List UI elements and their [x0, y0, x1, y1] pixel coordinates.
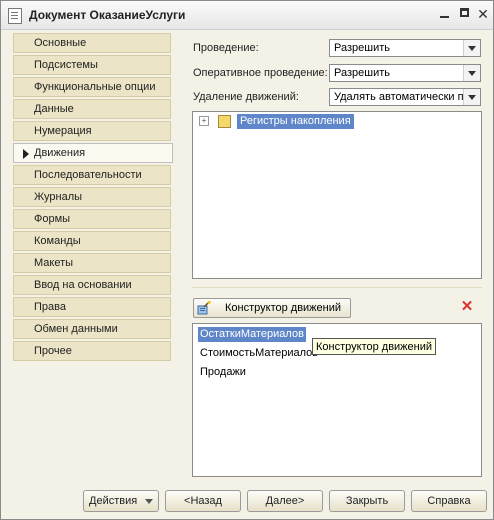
sidebar-item-data-exchange[interactable]: Обмен данными: [13, 319, 171, 339]
expand-icon[interactable]: +: [199, 116, 209, 126]
chevron-down-icon[interactable]: [463, 89, 480, 105]
sidebar-item-label: Нумерация: [34, 125, 92, 137]
sidebar-item-label: Подсистемы: [34, 59, 98, 71]
realtime-posting-label: Оперативное проведение:: [193, 67, 328, 79]
sidebar-item-label: Функциональные опции: [34, 81, 156, 93]
sidebar-item-label: Журналы: [34, 191, 83, 203]
list-item[interactable]: ОстаткиМатериалов: [198, 327, 306, 342]
sidebar-item-label: Последовательности: [34, 169, 142, 181]
sidebar-item-label: Движения: [34, 147, 86, 159]
sidebar-item-based-on[interactable]: Ввод на основании: [13, 275, 171, 295]
posting-label: Проведение:: [193, 42, 259, 54]
registers-tree[interactable]: + Регистры накопления: [192, 111, 482, 279]
sidebar-item-label: Основные: [34, 37, 87, 49]
sidebar-item-label: Формы: [34, 213, 71, 225]
sidebar-item-sequences[interactable]: Последовательности: [13, 165, 171, 185]
window-title: Документ ОказаниеУслуги: [29, 8, 186, 22]
sidebar-item-journals[interactable]: Журналы: [13, 187, 171, 207]
tooltip: Конструктор движений: [312, 338, 437, 355]
actions-label: Действия: [89, 495, 138, 507]
delete-movements-select[interactable]: Удалять автоматически п: [329, 88, 481, 106]
chevron-down-icon[interactable]: [463, 65, 480, 81]
document-editor-window: Документ ОказаниеУслуги ✕ Основные Подси…: [0, 0, 494, 520]
sidebar-item-templates[interactable]: Макеты: [13, 253, 171, 273]
title-bar[interactable]: Документ ОказаниеУслуги ✕: [1, 1, 493, 30]
sidebar-item-subsystems[interactable]: Подсистемы: [13, 55, 171, 75]
actions-button[interactable]: Действия: [83, 490, 159, 512]
sidebar-item-main[interactable]: Основные: [13, 33, 171, 53]
next-button[interactable]: Далее>: [247, 490, 323, 512]
sidebar-item-forms[interactable]: Формы: [13, 209, 171, 229]
list-item[interactable]: Продажи: [198, 365, 248, 380]
sidebar-item-label: Права: [34, 301, 66, 313]
list-item[interactable]: СтоимостьМатериалов: [198, 346, 320, 361]
register-folder-icon: [218, 115, 231, 128]
active-arrow-icon: [23, 149, 29, 159]
delete-movements-label: Удаление движений:: [193, 91, 299, 103]
document-icon: [8, 8, 22, 24]
sidebar-item-functional-options[interactable]: Функциональные опции: [13, 77, 171, 97]
constructor-wand-icon: [197, 301, 211, 315]
close-icon: ✕: [477, 6, 489, 22]
sidebar-item-label: Прочее: [34, 345, 72, 357]
sidebar-item-label: Данные: [34, 103, 74, 115]
sidebar-item-numbering[interactable]: Нумерация: [13, 121, 171, 141]
divider: [192, 287, 482, 288]
sidebar-item-data[interactable]: Данные: [13, 99, 171, 119]
sidebar-item-movements[interactable]: Движения: [13, 143, 173, 163]
sidebar-item-label: Команды: [34, 235, 81, 247]
delete-x-icon[interactable]: ✕: [460, 299, 474, 314]
sidebar-item-commands[interactable]: Команды: [13, 231, 171, 251]
minimize-icon: [439, 16, 449, 18]
realtime-posting-select[interactable]: Разрешить: [329, 64, 481, 82]
help-button[interactable]: Справка: [411, 490, 487, 512]
close-window-button[interactable]: ✕: [475, 6, 491, 22]
movements-constructor-button[interactable]: Конструктор движений: [193, 298, 351, 318]
chevron-down-icon: [145, 499, 153, 504]
maximize-icon: [459, 8, 469, 17]
maximize-button[interactable]: [456, 6, 472, 22]
tree-node-accumulation-registers[interactable]: Регистры накопления: [237, 114, 354, 129]
bottom-toolbar: Действия <Назад Далее> Закрыть Справка: [1, 484, 493, 519]
posting-value: Разрешить: [334, 42, 390, 54]
sidebar-nav: Основные Подсистемы Функциональные опции…: [13, 33, 173, 367]
sidebar-item-rights[interactable]: Права: [13, 297, 171, 317]
sidebar-item-other[interactable]: Прочее: [13, 341, 171, 361]
realtime-posting-value: Разрешить: [334, 67, 390, 79]
delete-movements-value: Удалять автоматически п: [334, 91, 464, 103]
sidebar-item-label: Обмен данными: [34, 323, 118, 335]
posting-select[interactable]: Разрешить: [329, 39, 481, 57]
close-button[interactable]: Закрыть: [329, 490, 405, 512]
sidebar-item-label: Ввод на основании: [34, 279, 132, 291]
constructor-button-label: Конструктор движений: [225, 302, 342, 314]
minimize-button[interactable]: [436, 6, 452, 22]
chevron-down-icon[interactable]: [463, 40, 480, 56]
sidebar-item-label: Макеты: [34, 257, 74, 269]
back-button[interactable]: <Назад: [165, 490, 241, 512]
